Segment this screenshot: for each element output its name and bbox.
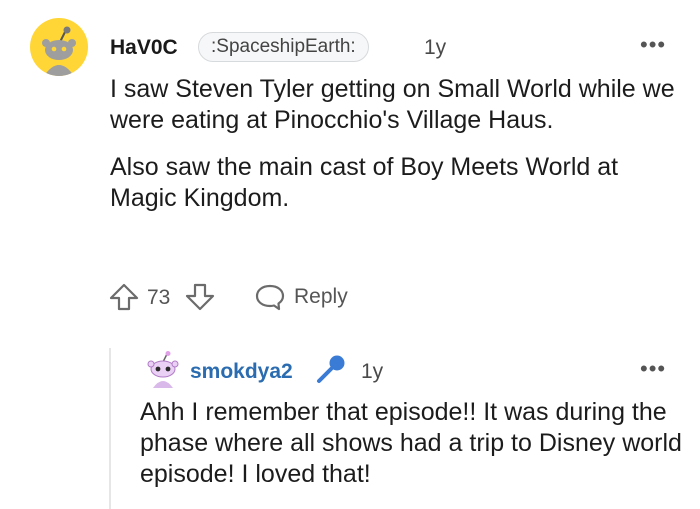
comment-age: 1y <box>424 36 447 59</box>
thread-line[interactable] <box>109 348 111 509</box>
reply-label: Reply <box>294 285 348 308</box>
microphone-icon <box>314 352 348 391</box>
more-options-icon[interactable]: ••• <box>640 358 666 380</box>
avatar[interactable] <box>145 350 181 390</box>
avatar[interactable] <box>30 18 88 76</box>
snoo-avatar-icon <box>42 26 76 76</box>
comment-paragraph: I saw Steven Tyler getting on Small Worl… <box>110 75 675 134</box>
reply-username[interactable]: smokdya2 <box>190 360 293 384</box>
downvote-button[interactable] <box>183 281 217 313</box>
speech-bubble-icon <box>255 284 285 311</box>
comment-paragraph: Also saw the main cast of Boy Meets Worl… <box>110 153 619 212</box>
upvote-button[interactable] <box>107 281 141 313</box>
reply-body: Ahh I remember that episode!! It was dur… <box>140 398 682 488</box>
reply-button[interactable]: Reply <box>254 282 348 312</box>
downvote-arrow-icon <box>185 283 215 311</box>
upvote-arrow-icon <box>109 283 139 311</box>
reply-age: 1y <box>361 360 384 383</box>
more-options-icon[interactable]: ••• <box>640 34 666 56</box>
user-flair-text: :SpaceshipEarth: <box>211 36 356 57</box>
comment-body: I saw Steven Tyler getting on Small Worl… <box>110 74 680 214</box>
snoo-avatar-icon <box>147 351 179 388</box>
comment-username[interactable]: HaV0C <box>110 36 178 60</box>
comment: HaV0C :SpaceshipEarth: 1y ••• I saw Stev… <box>0 0 700 330</box>
reply-comment: smokdya2 1y ••• Ahh I remember that epis… <box>130 340 700 509</box>
user-flair: :SpaceshipEarth: <box>198 32 369 62</box>
vote-score: 73 <box>147 286 171 309</box>
